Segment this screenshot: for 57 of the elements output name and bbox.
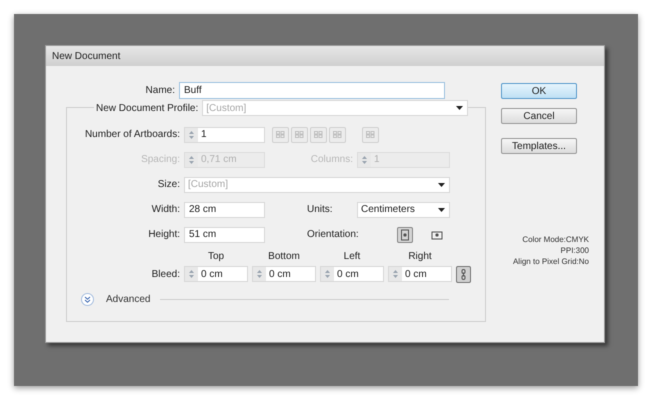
spinner-icon[interactable] <box>256 269 263 279</box>
grid-icon <box>295 131 304 138</box>
number-field[interactable]: 0 cm <box>252 266 316 282</box>
grid-icon <box>366 131 375 138</box>
field-label: Size: <box>156 178 181 192</box>
dialog-button[interactable]: Cancel <box>501 108 577 124</box>
spinner-icon[interactable] <box>392 269 399 279</box>
field-label: Units: <box>307 203 334 217</box>
field-label: Height: <box>147 228 181 242</box>
dialog-button[interactable]: Templates... <box>501 138 577 154</box>
spinner-icon[interactable] <box>188 269 195 279</box>
arrangement-button[interactable] <box>329 126 346 142</box>
field-label: Width: <box>150 203 181 217</box>
dropdown-arrow-icon <box>438 208 445 212</box>
field-label: Number of Artboards: <box>84 128 181 142</box>
spinner-icon[interactable] <box>188 130 195 140</box>
landscape-page-icon <box>431 228 443 240</box>
name-field[interactable]: Buff <box>179 82 445 99</box>
column-heading: Top <box>208 250 224 264</box>
grid-icon <box>276 131 285 138</box>
dropdown-arrow-icon <box>456 106 464 110</box>
field-label: Orientation: <box>307 228 360 242</box>
field-label: Bleed: <box>150 268 181 282</box>
field-label: Columns: <box>310 153 354 167</box>
field-label: New Document Profile: <box>94 100 202 116</box>
column-heading: Bottom <box>268 250 300 264</box>
grid-icon <box>314 131 323 138</box>
column-heading: Left <box>344 250 360 264</box>
advanced-label: Advanced <box>106 293 150 307</box>
number-field[interactable]: 1 <box>184 126 265 142</box>
text-field[interactable]: 51 cm <box>184 226 265 242</box>
arrangement-button[interactable] <box>272 126 289 142</box>
column-heading: Right <box>408 250 432 264</box>
number-field[interactable]: 0 cm <box>320 266 384 282</box>
document-info: Color Mode:CMYK <box>522 234 589 245</box>
document-info: Align to Pixel Grid:No <box>512 256 589 267</box>
portrait-button[interactable] <box>397 226 413 242</box>
field-label: Spacing: <box>140 153 181 167</box>
double-chevron-icon <box>84 296 91 303</box>
link-button[interactable] <box>456 266 471 282</box>
spinner-icon[interactable] <box>324 269 331 279</box>
field-label: Name: <box>144 84 176 98</box>
advanced-toggle[interactable] <box>81 293 94 306</box>
window-title: New Document <box>52 50 120 64</box>
arrangement-button[interactable] <box>291 126 308 142</box>
portrait-page-icon <box>399 228 411 240</box>
chain-link-icon <box>461 268 466 280</box>
number-field[interactable]: 0 cm <box>388 266 452 282</box>
number-field[interactable]: 0 cm <box>184 266 248 282</box>
dropdown-arrow-icon <box>438 182 445 186</box>
dialog-button[interactable]: OK <box>501 83 577 99</box>
arrangement-button[interactable] <box>310 126 327 142</box>
grid-icon <box>333 131 342 138</box>
arrangement-button[interactable] <box>362 126 379 142</box>
document-info: PPI:300 <box>560 245 589 256</box>
text-field[interactable]: 28 cm <box>184 202 265 218</box>
dropdown[interactable]: Centimeters <box>357 202 450 218</box>
